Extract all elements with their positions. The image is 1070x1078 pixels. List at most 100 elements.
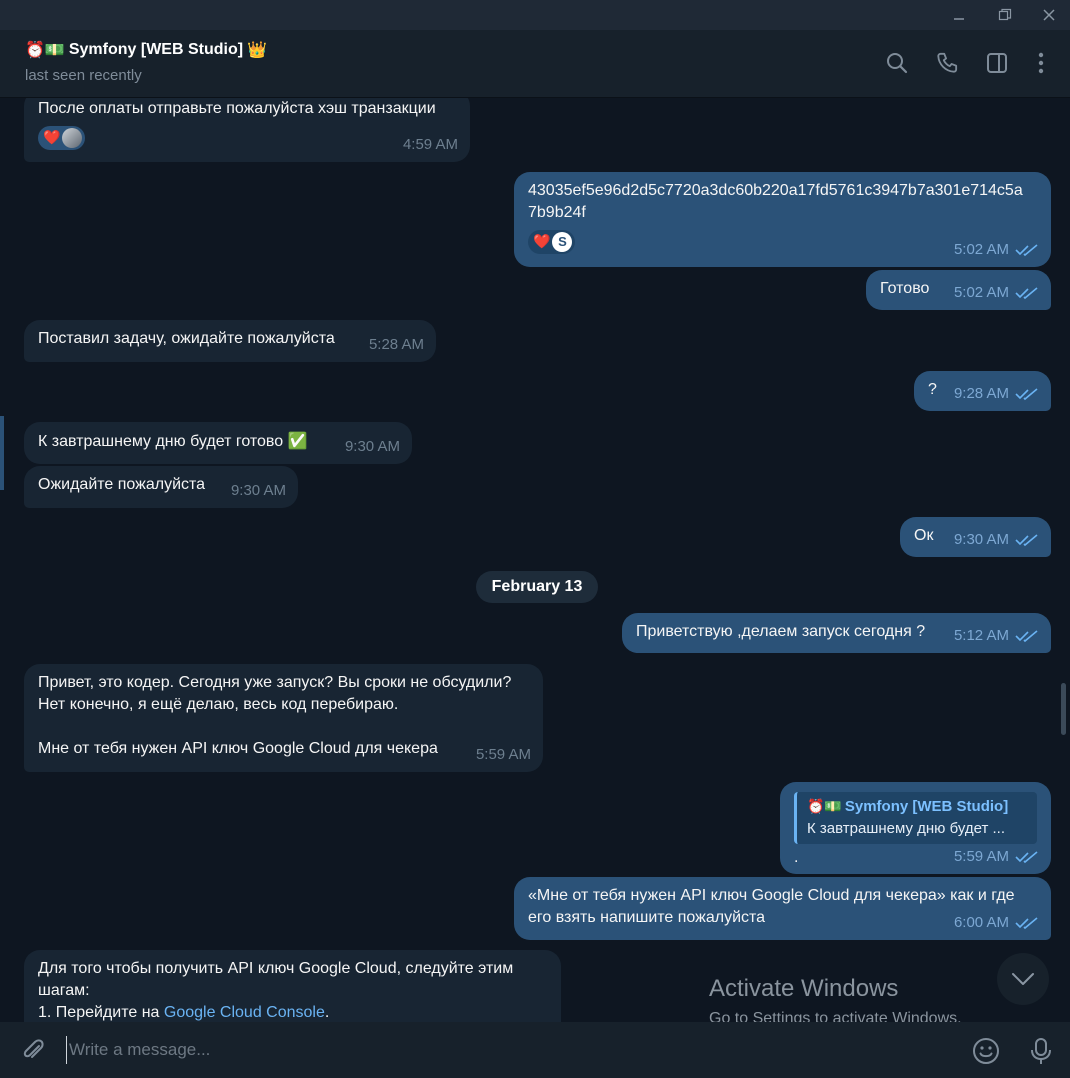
- chat-status: last seen recently: [25, 67, 142, 84]
- chat-title[interactable]: ⏰💵 Symfony [WEB Studio] 👑: [25, 40, 267, 59]
- message-outgoing[interactable]: Ок 9:30 AM: [900, 517, 1051, 557]
- microphone-icon[interactable]: [1026, 1036, 1056, 1066]
- message-outgoing[interactable]: 43035ef5e96d2d5c7720a3dc60b220a17fd5761c…: [514, 172, 1051, 267]
- message-meta: 5:02 AM: [954, 239, 1039, 261]
- reply-quote[interactable]: ⏰💵 Symfony [WEB Studio] К завтрашнему дн…: [794, 792, 1037, 844]
- message-meta: 6:00 AM: [954, 912, 1039, 934]
- sidebar-toggle-icon[interactable]: [984, 50, 1010, 76]
- message-incoming[interactable]: Поставил задачу, ожидайте пожалуйста 5:2…: [24, 320, 436, 362]
- message-time: 5:02 AM: [953, 241, 1009, 258]
- message-time: 5:28 AM: [368, 336, 424, 353]
- read-checks-icon: [1015, 388, 1038, 401]
- message-text-line: Мне от тебя нужен API ключ Google Cloud …: [38, 740, 438, 757]
- message-text: После оплаты отправьте пожалуйста хэш тр…: [38, 100, 436, 117]
- message-text-line: 7b9b24f: [528, 204, 586, 221]
- message-text: К завтрашнему дню будет готово: [38, 433, 284, 450]
- minimize-icon[interactable]: [936, 0, 982, 30]
- heart-reaction-icon: ❤️: [533, 234, 551, 250]
- read-checks-icon: [1015, 917, 1038, 930]
- message-text-line: Нет конечно, я ещё делаю, весь код переб…: [38, 696, 399, 713]
- message-outgoing[interactable]: ⏰💵 Symfony [WEB Studio] К завтрашнему дн…: [780, 782, 1051, 874]
- reactor-avatar: S: [552, 232, 573, 252]
- message-text-line: 43035ef5e96d2d5c7720a3dc60b220a17fd5761c…: [528, 182, 1023, 199]
- message-incoming[interactable]: Для того чтобы получить API ключ Google …: [24, 950, 561, 1022]
- message-outgoing[interactable]: ? 9:28 AM: [914, 371, 1051, 411]
- message-text: Поставил задачу, ожидайте пожалуйста: [38, 330, 335, 347]
- message-time: 5:59 AM: [475, 746, 531, 763]
- title-emoji-prefix: ⏰💵: [25, 40, 65, 59]
- window-titlebar: [0, 0, 1070, 30]
- reply-author-name: Symfony [WEB Studio]: [844, 798, 1009, 815]
- message-outgoing[interactable]: Приветствую ,делаем запуск сегодня ? 5:1…: [622, 613, 1051, 653]
- message-text-line: Привет, это кодер. Сегодня уже запуск? В…: [38, 674, 512, 691]
- chat-header[interactable]: ⏰💵 Symfony [WEB Studio] 👑 last seen rece…: [0, 30, 1070, 98]
- watermark-title: Activate Windows: [709, 975, 899, 1002]
- message-text-line: Для того чтобы получить API ключ Google …: [38, 960, 514, 977]
- message-meta: 4:59 AM: [403, 134, 458, 156]
- message-incoming[interactable]: Привет, это кодер. Сегодня уже запуск? В…: [24, 664, 543, 772]
- message-list[interactable]: После оплаты отправьте пожалуйста хэш тр…: [0, 98, 1070, 1022]
- crown-emoji: 👑: [247, 40, 267, 59]
- reply-text: К завтрашнему дню будет ...: [807, 820, 1005, 837]
- message-meta: 5:02 AM: [954, 282, 1039, 304]
- message-meta: 9:30 AM: [345, 436, 400, 458]
- message-incoming[interactable]: К завтрашнему дню будет готово ✅ 9:30 AM: [24, 422, 412, 464]
- message-time: 9:28 AM: [953, 385, 1009, 402]
- search-icon[interactable]: [884, 50, 910, 76]
- message-time: 9:30 AM: [230, 482, 286, 499]
- date-separator: February 13: [476, 571, 598, 603]
- message-meta: 5:59 AM: [476, 744, 531, 766]
- message-meta: 9:30 AM: [231, 480, 286, 502]
- google-cloud-console-link[interactable]: Google Cloud Console: [164, 1004, 325, 1021]
- message-meta: 5:59 AM: [954, 846, 1039, 868]
- message-text-line: «Мне от тебя нужен API ключ Google Cloud…: [528, 887, 1015, 904]
- message-time: 4:59 AM: [402, 136, 458, 153]
- message-composer: [0, 1022, 1070, 1078]
- scroll-to-bottom-button[interactable]: [997, 953, 1049, 1005]
- read-checks-icon: [1015, 244, 1038, 257]
- selection-indicator: [0, 416, 4, 490]
- reaction-chip[interactable]: ❤️ S: [528, 230, 576, 254]
- reactor-avatar: [62, 128, 83, 148]
- message-reactions[interactable]: ❤️: [38, 126, 456, 150]
- read-checks-icon: [1015, 851, 1038, 864]
- reaction-chip[interactable]: ❤️: [38, 126, 86, 150]
- message-outgoing[interactable]: Готово 5:02 AM: [866, 270, 1051, 310]
- message-time: 5:59 AM: [953, 848, 1009, 865]
- attach-icon[interactable]: [18, 1036, 48, 1066]
- watermark-subtitle: Go to Settings to activate Windows.: [709, 1010, 962, 1022]
- message-input[interactable]: [66, 1036, 926, 1064]
- chat-title-text: Symfony [WEB Studio]: [68, 40, 244, 58]
- message-text-line: шагам:: [38, 982, 90, 999]
- phone-icon[interactable]: [934, 50, 960, 76]
- activate-windows-watermark: Activate Windows Go to Settings to activ…: [709, 974, 962, 1022]
- restore-icon[interactable]: [982, 0, 1028, 30]
- reactor-initial: S: [558, 234, 567, 249]
- chevron-down-icon: [1012, 973, 1034, 985]
- more-vertical-icon[interactable]: [1028, 50, 1054, 76]
- close-icon[interactable]: [1026, 0, 1070, 30]
- message-incoming[interactable]: Ожидайте пожалуйста 9:30 AM: [24, 466, 298, 508]
- emoji-icon[interactable]: [971, 1036, 1001, 1066]
- reply-author: ⏰💵 Symfony [WEB Studio]: [807, 796, 1027, 818]
- message-meta: 9:28 AM: [954, 383, 1039, 405]
- message-meta: 9:30 AM: [954, 529, 1039, 551]
- read-checks-icon: [1015, 534, 1038, 547]
- message-incoming[interactable]: После оплаты отправьте пожалуйста хэш тр…: [24, 98, 470, 162]
- message-time: 5:02 AM: [953, 284, 1009, 301]
- step-text: 1. Перейдите на: [38, 1004, 164, 1021]
- heart-reaction-icon: ❤️: [43, 130, 61, 146]
- message-time: 6:00 AM: [953, 914, 1009, 931]
- step-suffix: .: [324, 1004, 330, 1021]
- message-time: 9:30 AM: [344, 438, 400, 455]
- scrollbar-thumb[interactable]: [1061, 683, 1066, 735]
- check-mark-emoji: ✅: [287, 431, 308, 450]
- message-meta: 5:28 AM: [369, 334, 424, 356]
- message-step-line: 1. Перейдите на Google Cloud Console.: [38, 1002, 547, 1022]
- read-checks-icon: [1015, 630, 1038, 643]
- message-outgoing[interactable]: «Мне от тебя нужен API ключ Google Cloud…: [514, 877, 1051, 940]
- message-time: 5:12 AM: [953, 627, 1009, 644]
- message-meta: 5:12 AM: [954, 625, 1039, 647]
- read-checks-icon: [1015, 287, 1038, 300]
